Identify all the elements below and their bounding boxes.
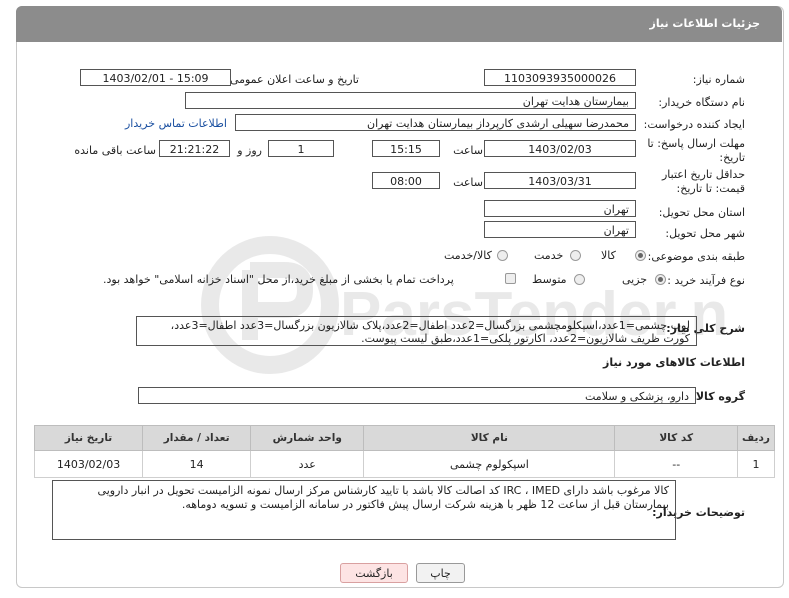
category-goods-label: کالا	[601, 249, 616, 262]
days-field: 1	[268, 140, 334, 157]
treasury-payment-note: پرداخت تمام یا بخشی از مبلغ خرید،از محل …	[103, 273, 454, 286]
reply-deadline-label: مهلت ارسال پاسخ: تا تاریخ:	[647, 137, 745, 164]
process-label: نوع فرآیند خرید :	[667, 274, 745, 287]
province-label: استان محل تحویل:	[658, 206, 745, 219]
cell-unit: عدد	[250, 450, 365, 478]
category-service-label: خدمت	[534, 249, 564, 262]
cell-name: اسپکولوم چشمی	[363, 450, 616, 478]
need-number-label: شماره نیاز:	[692, 73, 745, 86]
col-date: تاریخ نیاز	[33, 425, 144, 451]
category-goods-service-label: کالا/خدمت	[444, 249, 492, 262]
col-unit: واحد شمارش	[250, 425, 365, 451]
cell-date: 1403/02/03	[33, 450, 144, 478]
col-name: نام کالا	[363, 425, 616, 451]
category-radio-service[interactable]	[570, 250, 581, 261]
validity-time-label: ساعت	[453, 176, 483, 189]
cell-qty: 14	[142, 450, 252, 478]
days-label: روز و	[237, 144, 262, 157]
process-medium-label: متوسط	[532, 273, 567, 286]
description-textarea[interactable]: لوپ چشمی=1عدد،اسپکلومچشمی بزرگسال=2عدد ا…	[136, 316, 697, 346]
goods-group-label: گروه کالا:	[691, 390, 745, 403]
city-label: شهر محل تحویل:	[665, 227, 745, 240]
col-qty: تعداد / مقدار	[142, 425, 252, 451]
process-radio-medium[interactable]	[574, 274, 585, 285]
cell-code: --	[614, 450, 738, 478]
goods-table-header: ردیف کد کالا نام کالا واحد شمارش تعداد /…	[33, 425, 776, 451]
goods-group-field: دارو، پزشکی و سلامت	[138, 387, 696, 404]
buyer-org-field: بیمارستان هدایت تهران	[185, 92, 636, 109]
cell-row: 1	[736, 450, 776, 478]
category-radio-goods[interactable]	[635, 250, 646, 261]
treasury-payment-checkbox[interactable]	[505, 273, 516, 284]
reply-time-label: ساعت	[453, 144, 483, 157]
province-field: تهران	[484, 200, 636, 217]
col-row: ردیف	[736, 425, 776, 451]
validity-time-field: 08:00	[372, 172, 440, 189]
announce-field: 1403/02/01 - 15:09	[80, 69, 231, 86]
reply-date-field: 1403/02/03	[484, 140, 636, 157]
reply-time-field: 15:15	[372, 140, 440, 157]
price-validity-label: حداقل تاریخ اعتبار قیمت: تا تاریخ:	[661, 168, 745, 195]
creator-label: ایجاد کننده درخواست:	[643, 118, 745, 131]
remaining-time-field: 21:21:22	[159, 140, 230, 157]
category-radio-goods-service[interactable]	[497, 250, 508, 261]
page-title: جزئیات اطلاعات نیاز	[649, 17, 761, 30]
need-number-field: 1103093935000026	[484, 69, 636, 86]
category-label: طبقه بندی موضوعی:	[647, 250, 745, 263]
goods-section-title: اطلاعات کالاهای مورد نیاز	[603, 356, 745, 369]
table-row: 1 -- اسپکولوم چشمی عدد 14 1403/02/03	[33, 450, 776, 478]
process-minor-label: جزیی	[622, 273, 648, 286]
city-field: تهران	[484, 221, 636, 238]
validity-date-field: 1403/03/31	[484, 172, 636, 189]
goods-table: ردیف کد کالا نام کالا واحد شمارش تعداد /…	[33, 425, 776, 478]
process-radio-minor[interactable]	[655, 274, 666, 285]
print-button[interactable]: چاپ	[416, 563, 465, 583]
announce-label: تاریخ و ساعت اعلان عمومی:	[226, 73, 359, 86]
buyer-notes-box: کالا مرغوب باشد دارای IRC ، IMED کد اصال…	[52, 480, 676, 540]
panel-header: جزئیات اطلاعات نیاز	[16, 6, 782, 42]
back-button[interactable]: بازگشت	[340, 563, 408, 583]
remaining-label: ساعت باقی مانده	[74, 144, 156, 157]
col-code: کد کالا	[614, 425, 738, 451]
creator-field: محمدرضا سهیلی ارشدی کارپرداز بیمارستان ه…	[235, 114, 636, 131]
contact-buyer-link[interactable]: اطلاعات تماس خریدار	[125, 117, 227, 130]
buyer-org-label: نام دستگاه خریدار:	[658, 96, 745, 109]
